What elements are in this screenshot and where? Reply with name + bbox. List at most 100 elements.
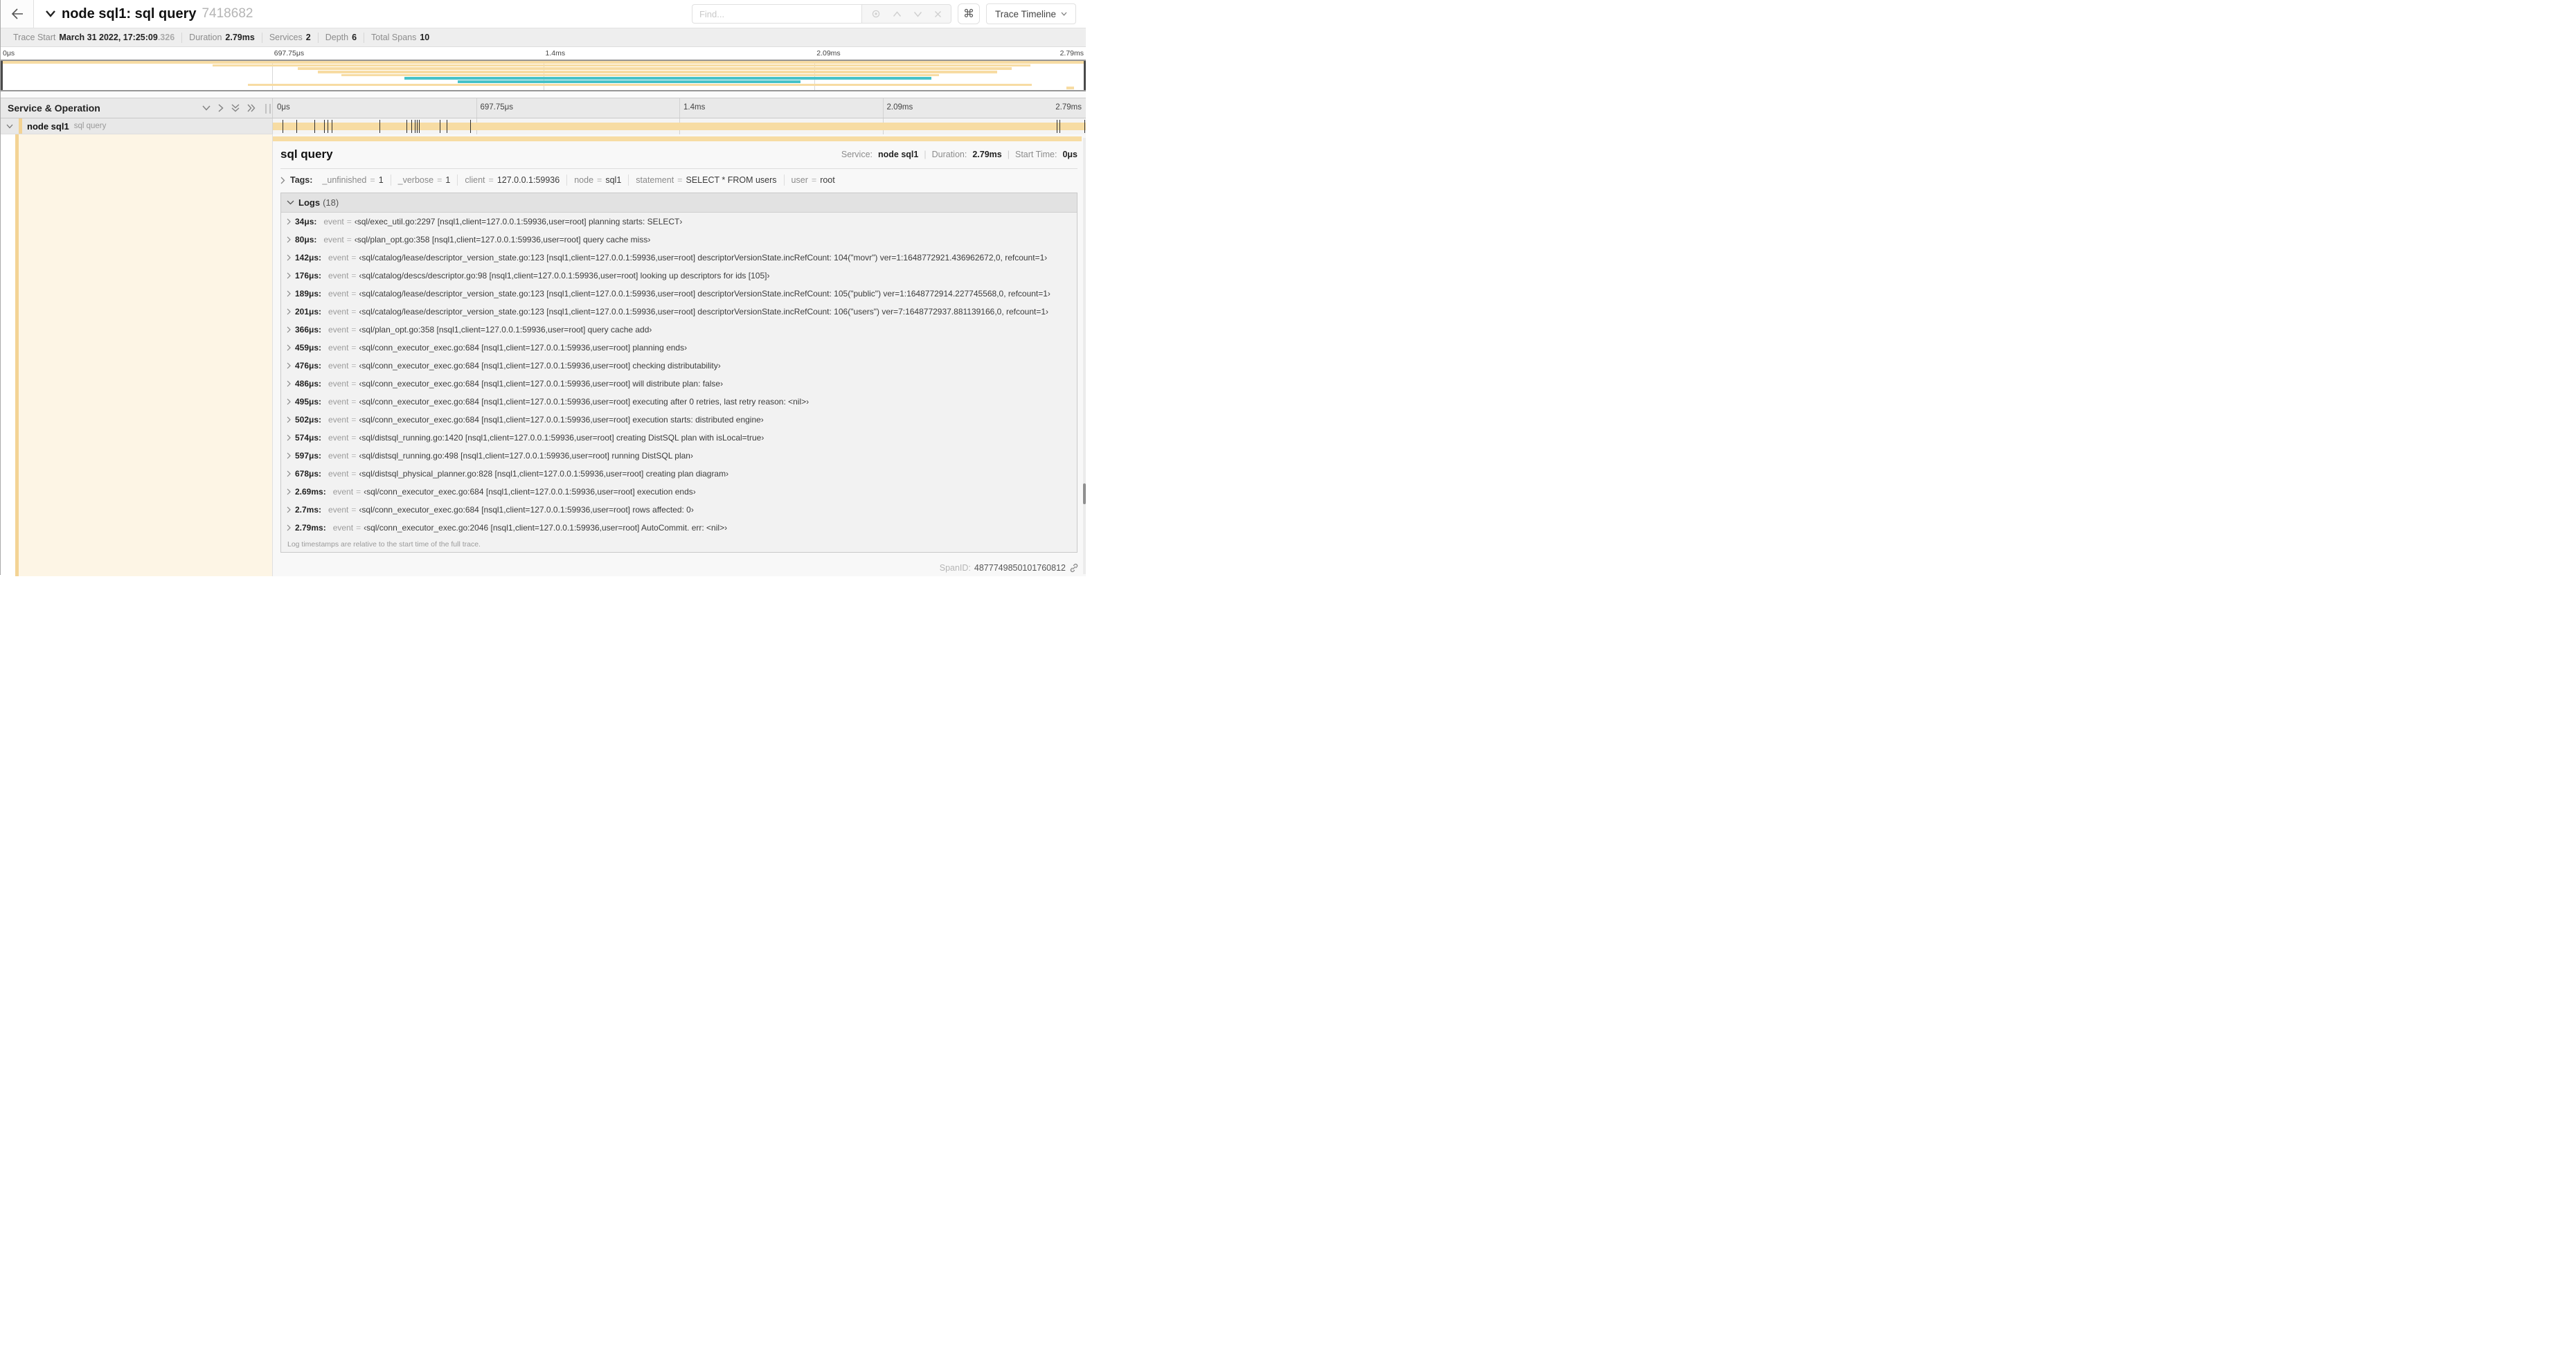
logs-count: (18) bbox=[323, 197, 339, 208]
back-button[interactable] bbox=[1, 0, 34, 28]
chevron-right-icon bbox=[287, 254, 291, 261]
log-marker[interactable] bbox=[470, 120, 472, 133]
prev-result-icon[interactable] bbox=[893, 10, 902, 17]
log-marker[interactable] bbox=[1084, 120, 1085, 133]
trace-view-selector[interactable]: Trace Timeline bbox=[985, 3, 1076, 24]
timeline-tick-label: 2.09ms bbox=[886, 103, 913, 112]
tag-item[interactable]: _unfinished = 1 bbox=[315, 175, 390, 186]
column-resizer[interactable] bbox=[265, 104, 271, 114]
equals-sign: = bbox=[351, 397, 357, 407]
tag-key: statement bbox=[636, 175, 674, 185]
span-bar-cell[interactable] bbox=[273, 118, 1086, 134]
tag-item[interactable]: _verbose = 1 bbox=[390, 175, 458, 186]
expand-all-icon[interactable] bbox=[247, 104, 256, 112]
detail-header: sql query Service: node sql1 | Duration:… bbox=[273, 144, 1083, 165]
collapse-all-icon[interactable] bbox=[231, 104, 240, 112]
timeline-gridline bbox=[476, 98, 477, 118]
minimap-canvas[interactable] bbox=[1, 60, 1086, 91]
chevron-right-icon bbox=[287, 398, 291, 405]
log-timestamp: 189μs: bbox=[295, 289, 322, 299]
logs-footer-note: Log timestamps are relative to the start… bbox=[287, 540, 481, 549]
locate-icon[interactable] bbox=[871, 9, 881, 19]
log-row[interactable]: 189μs: event = ‹sql/catalog/lease/descripto… bbox=[281, 285, 1077, 303]
log-row[interactable]: 366μs: event = ‹sql/plan_opt.go:358 [nsql1,… bbox=[281, 321, 1077, 339]
log-timestamp: 495μs: bbox=[295, 397, 322, 407]
log-field-value: ‹sql/distsql_running.go:1420 [nsql1,clie… bbox=[359, 433, 764, 443]
log-marker[interactable] bbox=[324, 120, 325, 133]
tag-item[interactable]: node = sql1 bbox=[566, 175, 628, 186]
log-field-value: ‹sql/conn_executor_exec.go:684 [nsql1,cl… bbox=[359, 379, 724, 389]
log-row[interactable]: 502μs: event = ‹sql/conn_executor_exec.go:6… bbox=[281, 411, 1077, 429]
trace-view-label: Trace Timeline bbox=[994, 8, 1056, 19]
log-marker[interactable] bbox=[296, 120, 297, 133]
link-icon[interactable] bbox=[1069, 563, 1079, 573]
chevron-down-icon bbox=[1061, 12, 1067, 16]
log-field-value: ‹sql/exec_util.go:2297 [nsql1,client=127… bbox=[354, 217, 683, 226]
log-row[interactable]: 574μs: event = ‹sql/distsql_running.go:1420… bbox=[281, 429, 1077, 447]
log-row[interactable]: 678μs: event = ‹sql/distsql_physical_planne… bbox=[281, 465, 1077, 483]
minimap-tick-label: 697.75μs bbox=[274, 49, 305, 57]
log-field-key: event bbox=[332, 523, 354, 533]
span-duration-bar[interactable] bbox=[273, 123, 1086, 130]
log-row[interactable]: 597μs: event = ‹sql/distsql_running.go:498 … bbox=[281, 447, 1077, 465]
log-row[interactable]: 2.7ms: event = ‹sql/conn_executor_exec.go:6… bbox=[281, 501, 1077, 519]
log-field-value: ‹sql/plan_opt.go:358 [nsql1,client=127.0… bbox=[354, 235, 651, 244]
chevron-right-icon bbox=[287, 416, 291, 423]
log-marker[interactable] bbox=[406, 120, 408, 133]
trace-title-wrap: node sql1: sql query 7418682 bbox=[34, 6, 692, 22]
log-marker[interactable] bbox=[417, 120, 418, 133]
log-row[interactable]: 459μs: event = ‹sql/conn_executor_exec.go:6… bbox=[281, 339, 1077, 357]
log-field-key: event bbox=[323, 235, 344, 244]
tag-item[interactable]: statement = SELECT * FROM users bbox=[628, 175, 783, 186]
detail-span-bar[interactable] bbox=[273, 136, 1082, 141]
expand-one-icon[interactable] bbox=[218, 104, 224, 112]
minimap-right-handle[interactable] bbox=[1084, 61, 1086, 90]
top-header: node sql1: sql query 7418682 ⌘ bbox=[1, 0, 1086, 28]
log-marker[interactable] bbox=[379, 120, 381, 133]
chevron-down-icon[interactable] bbox=[45, 10, 56, 18]
chevron-right-icon bbox=[287, 272, 291, 279]
vertical-scrollbar[interactable] bbox=[1083, 138, 1086, 574]
log-row[interactable]: 2.69ms: event = ‹sql/conn_executor_exec.go:… bbox=[281, 483, 1077, 501]
log-field-value: ‹sql/catalog/lease/descriptor_version_st… bbox=[359, 289, 1050, 299]
next-result-icon[interactable] bbox=[913, 11, 922, 17]
find-input[interactable] bbox=[691, 4, 861, 24]
log-marker[interactable] bbox=[419, 120, 420, 133]
log-row[interactable]: 486μs: event = ‹sql/conn_executor_exec.go:6… bbox=[281, 375, 1077, 393]
log-row[interactable]: 201μs: event = ‹sql/catalog/lease/descripto… bbox=[281, 303, 1077, 321]
tags-row[interactable]: Tags: _unfinished = 1 _verbose = 1 client = 127.… bbox=[273, 170, 1083, 190]
chevron-right-icon bbox=[287, 326, 291, 333]
logs-header[interactable]: Logs (18) bbox=[281, 193, 1077, 213]
tag-value: root bbox=[820, 175, 835, 185]
log-row[interactable]: 142μs: event = ‹sql/catalog/lease/descripto… bbox=[281, 249, 1077, 267]
span-row-name-cell[interactable]: node sql1 sql query bbox=[1, 118, 273, 134]
log-marker[interactable] bbox=[314, 120, 315, 133]
equals-sign: = bbox=[351, 271, 357, 280]
equals-sign: = bbox=[356, 523, 361, 533]
chevron-right-icon bbox=[287, 434, 291, 441]
log-row[interactable]: 34μs: event = ‹sql/exec_util.go:2297 [nsql1… bbox=[281, 213, 1077, 231]
find-controls bbox=[861, 4, 951, 24]
chevron-down-icon[interactable] bbox=[6, 124, 13, 129]
tag-item[interactable]: client = 127.0.0.1:59936 bbox=[457, 175, 566, 186]
divider bbox=[280, 168, 1077, 169]
log-row[interactable]: 2.79ms: event = ‹sql/conn_executor_exec.go:… bbox=[281, 519, 1077, 537]
log-row[interactable]: 176μs: event = ‹sql/catalog/descs/descripto… bbox=[281, 267, 1077, 285]
span-id-row: SpanID: 4877749850101760812 bbox=[940, 563, 1079, 573]
minimap-gap bbox=[1, 91, 1086, 98]
log-row[interactable]: 495μs: event = ‹sql/conn_executor_exec.go:6… bbox=[281, 393, 1077, 411]
log-row[interactable]: 476μs: event = ‹sql/conn_executor_exec.go:6… bbox=[281, 357, 1077, 375]
keyboard-shortcuts-button[interactable]: ⌘ bbox=[957, 3, 980, 24]
clear-search-icon[interactable] bbox=[934, 10, 942, 18]
log-row[interactable]: 80μs: event = ‹sql/plan_opt.go:358 [nsql1,c… bbox=[281, 231, 1077, 249]
equals-sign: = bbox=[437, 175, 442, 185]
minimap-left-handle[interactable] bbox=[1, 61, 3, 90]
equals-sign: = bbox=[370, 175, 375, 185]
log-marker[interactable] bbox=[411, 120, 413, 133]
collapse-controls bbox=[202, 104, 256, 112]
log-marker[interactable] bbox=[1059, 120, 1061, 133]
scrollbar-thumb[interactable] bbox=[1083, 483, 1086, 504]
divider: | bbox=[924, 150, 927, 159]
tag-item[interactable]: user = root bbox=[783, 175, 842, 186]
collapse-one-icon[interactable] bbox=[202, 105, 211, 111]
